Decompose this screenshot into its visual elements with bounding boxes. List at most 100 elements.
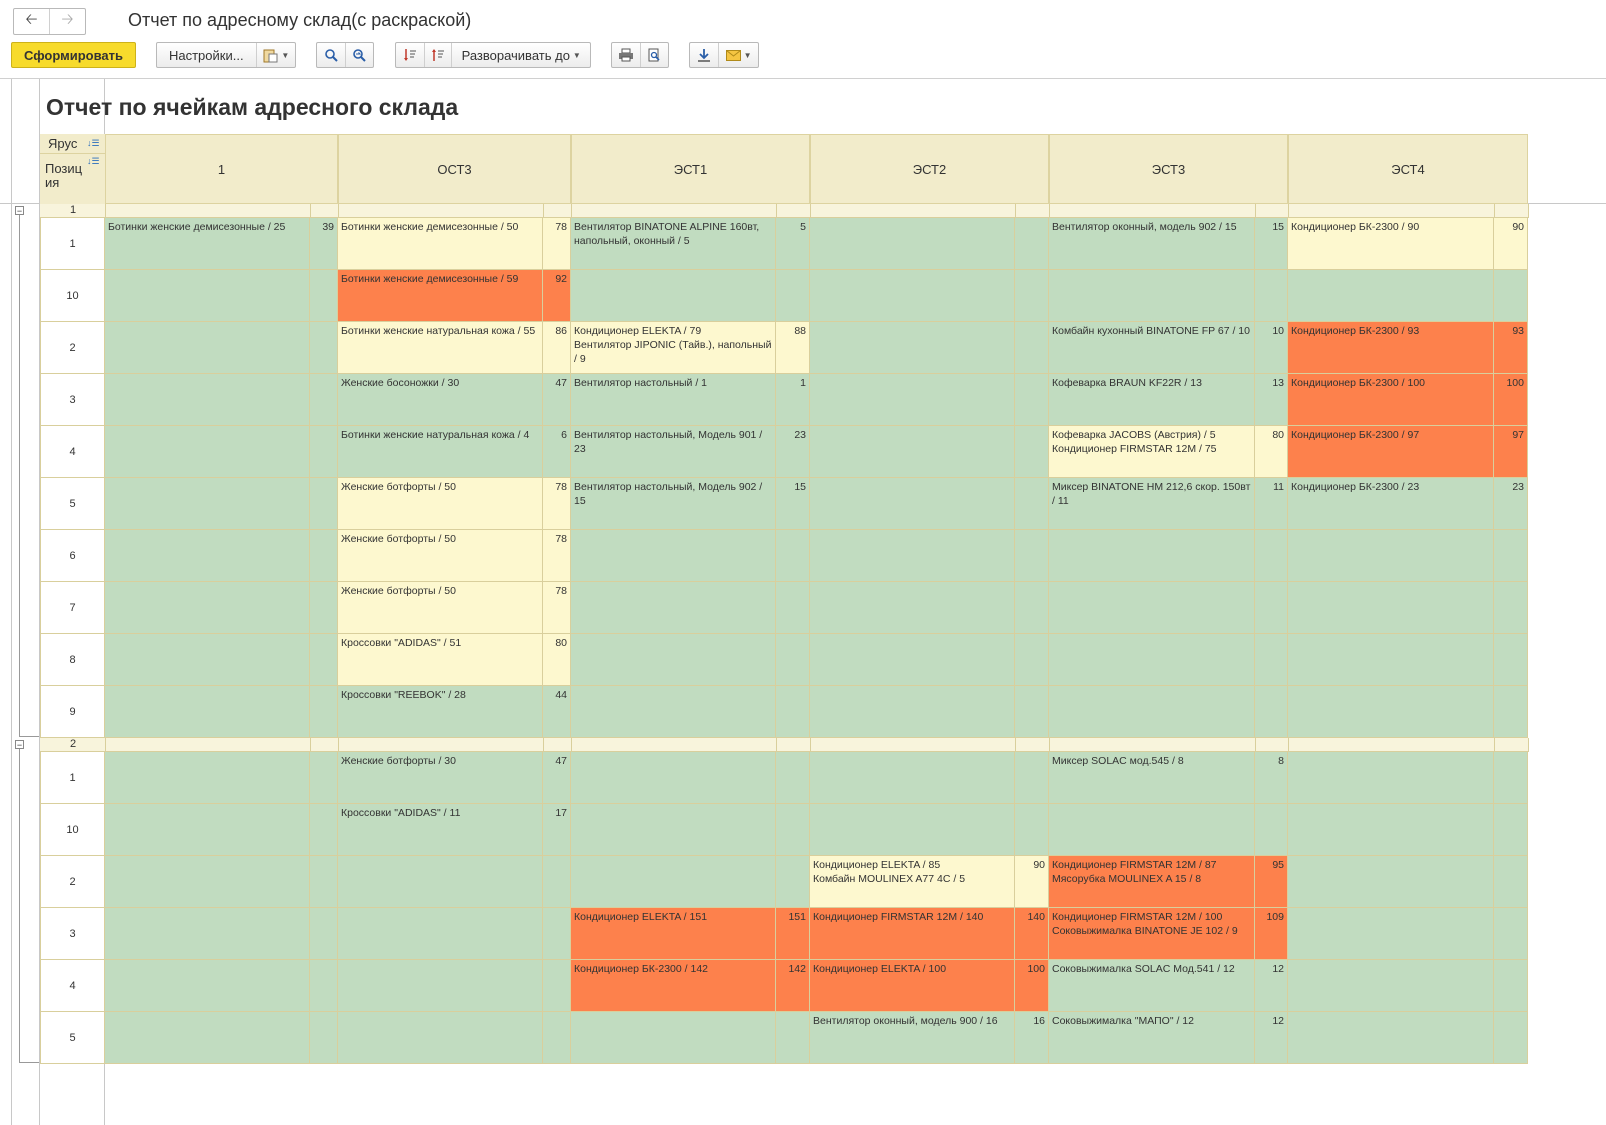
cell-quantity: 16 [1015,1012,1049,1064]
cell-items: Кондиционер БК-2300 / 97 [1288,426,1494,478]
cell-quantity [1015,530,1049,582]
position-cell: 9 [40,686,105,738]
sort-icon[interactable]: ↓☰ [87,139,100,148]
cell-quantity: 80 [1255,426,1288,478]
cell-items [338,960,543,1012]
position-cell: 3 [40,374,105,426]
divider [1288,204,1289,218]
cell-quantity [776,582,810,634]
cell-items [1049,634,1255,686]
cell-quantity [543,856,571,908]
cell-items [105,1012,310,1064]
printer-icon [618,48,634,62]
cell-quantity: 140 [1015,908,1049,960]
cell-quantity [776,804,810,856]
cell-quantity: 13 [1255,374,1288,426]
forward-arrow-icon[interactable]: 🡢 [49,9,85,34]
cell-quantity: 109 [1255,908,1288,960]
position-header: Позиция ↓☰ [40,154,105,204]
cell-items: Женские ботфорты / 50 [338,478,543,530]
sort-icon[interactable]: ↓☰ [87,157,100,166]
cell-quantity: 11 [1255,478,1288,530]
group-bracket [19,749,39,1063]
divider [105,204,106,218]
cell-items [810,686,1015,738]
sort-ascending-button[interactable] [423,43,452,67]
send-email-dropdown[interactable]: ▼ [718,43,758,67]
find-button[interactable] [317,43,345,67]
expand-to-dropdown[interactable]: Разворачивать до ▼ [451,43,590,67]
print-button[interactable] [612,43,640,67]
cell-items: Ботинки женские демисезонные / 25 [105,218,310,270]
divider [776,204,777,218]
expand-to-label: Разворачивать до [461,47,570,63]
save-button[interactable] [690,43,718,67]
find-next-button[interactable] [344,43,373,67]
window-title: Отчет по адресному склад(с раскраской) [128,10,472,30]
cell-items [810,270,1015,322]
cell-items [1288,752,1494,804]
cell-items: Вентилятор настольный, Модель 901 / 23 [571,426,776,478]
column-header: ЭСТ2 [810,134,1049,204]
gutter-line [11,79,12,1125]
cell-quantity: 86 [543,322,571,374]
cell-quantity: 78 [543,218,571,270]
cell-items [1288,582,1494,634]
cell-items [338,1012,543,1064]
cell-quantity [1494,530,1528,582]
cell-quantity [1255,804,1288,856]
cell-items: Кондиционер ELEKTA / 85 Комбайн MOULINEX… [810,856,1015,908]
position-cell: 8 [40,634,105,686]
cell-quantity [1255,634,1288,686]
sort-desc-icon [403,48,417,62]
cell-quantity [776,856,810,908]
chevron-down-icon: ▼ [572,50,581,60]
search-icon [324,48,338,62]
cell-items [1049,686,1255,738]
cell-items [105,374,310,426]
cell-items [810,374,1015,426]
divider [1255,738,1256,752]
print-preview-button[interactable] [639,43,668,67]
cell-items: Женские босоножки / 30 [338,374,543,426]
cell-quantity [543,908,571,960]
cell-items: Вентилятор оконный, модель 902 / 15 [1049,218,1255,270]
cell-quantity [1255,530,1288,582]
position-cell: 5 [40,1012,105,1064]
cell-items [1049,530,1255,582]
cell-quantity [1015,478,1049,530]
cell-items [1288,960,1494,1012]
cell-quantity [310,908,338,960]
chevron-down-icon: ▼ [743,50,752,60]
cell-items [810,530,1015,582]
cell-quantity: 39 [310,218,338,270]
cell-quantity [1015,582,1049,634]
cell-quantity: 100 [1494,374,1528,426]
collapse-toggle-icon[interactable]: − [15,740,24,750]
cell-items [1288,804,1494,856]
back-arrow-icon[interactable]: 🡠 [14,9,49,34]
variants-dropdown[interactable]: ▼ [255,43,295,67]
cell-quantity [1015,686,1049,738]
settings-button[interactable]: Настройки... [157,43,256,67]
divider [310,738,311,752]
cell-quantity [1015,322,1049,374]
cell-items: Кондиционер БК-2300 / 142 [571,960,776,1012]
cell-quantity: 10 [1255,322,1288,374]
cell-quantity [310,634,338,686]
cell-quantity: 151 [776,908,810,960]
divider [810,204,811,218]
position-cell: 1 [40,752,105,804]
column-header: ОСТ3 [338,134,571,204]
cell-items: Вентилятор оконный, модель 900 / 16 [810,1012,1015,1064]
cell-quantity [1015,270,1049,322]
cell-items: Ботинки женские демисезонные / 59 [338,270,543,322]
generate-button[interactable]: Сформировать [11,42,136,68]
cell-quantity [1494,1012,1528,1064]
report-area: Отчет по ячейкам адресного склада Ярус ↓… [0,79,1606,1125]
cell-quantity [1255,582,1288,634]
sort-descending-button[interactable] [396,43,424,67]
collapse-toggle-icon[interactable]: − [15,206,24,216]
cell-quantity [310,804,338,856]
cell-items: Кондиционер ELEKTA / 100 [810,960,1015,1012]
